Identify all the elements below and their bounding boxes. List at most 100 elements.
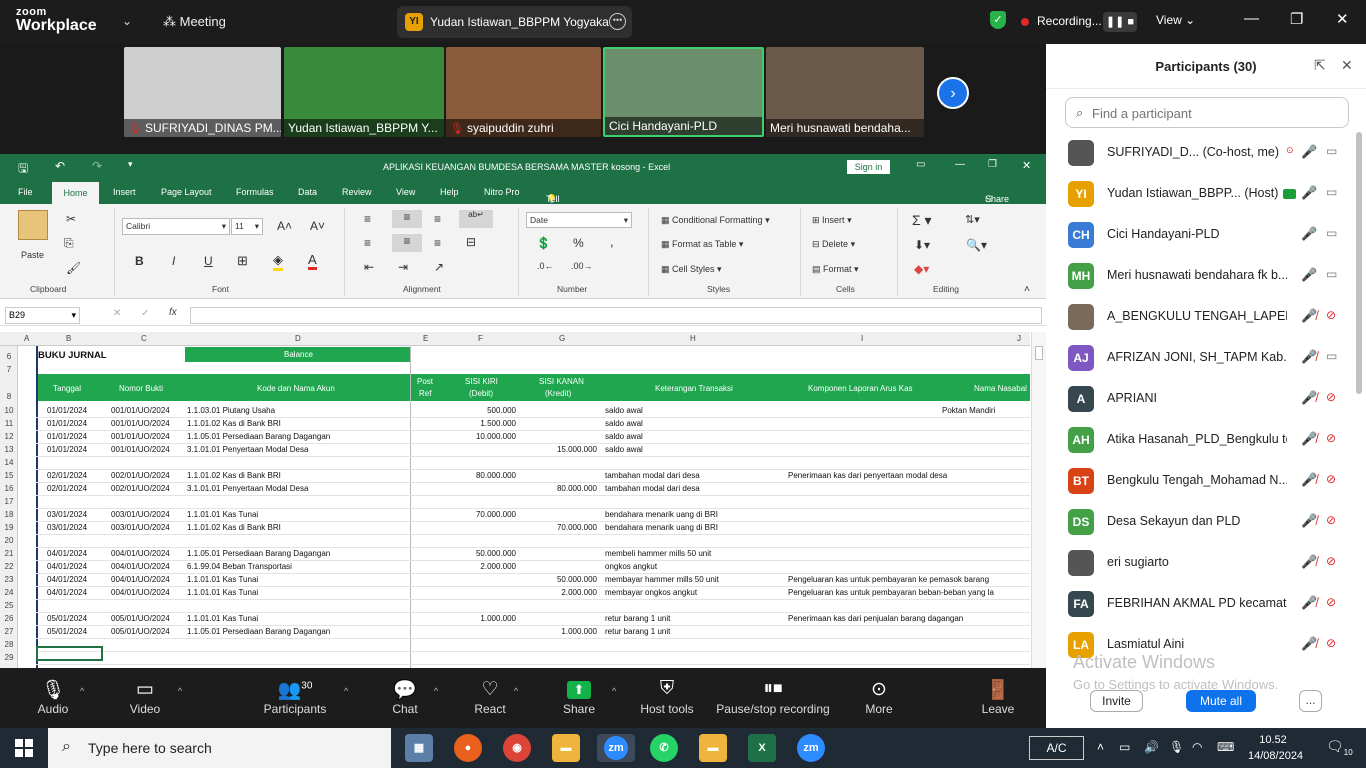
camera-icon[interactable]: ▭ — [1326, 185, 1337, 199]
participant-row[interactable]: A_BENGKULU TENGAH_LAPENDI 🎤̸ ⊘ — [1046, 296, 1356, 337]
cell-tgl[interactable]: 05/01/2024 — [47, 614, 87, 623]
row-num-28[interactable]: 28 — [0, 640, 18, 649]
cell-ket[interactable]: tambahan modal dari desa — [605, 471, 700, 480]
align-left-icon[interactable]: ≡ — [364, 236, 371, 250]
participant-row[interactable]: DS Desa Sekayun dan PLD 🎤̸ ⊘ — [1046, 501, 1356, 542]
cell-akun[interactable]: 1.1.01.01 Kas Tunai — [187, 575, 258, 584]
leave-button[interactable]: 🚪 Leave — [980, 678, 1016, 716]
participant-row[interactable]: AH Atika Hasanah_PLD_Bengkulu te... 🎤̸ ⊘ — [1046, 419, 1356, 460]
wrap-text-icon[interactable]: ab↵ — [459, 210, 493, 228]
cell-ket[interactable]: saldo awal — [605, 406, 643, 415]
react-options-caret-icon[interactable]: ^ — [514, 686, 518, 696]
cell-akun[interactable]: 1.1.03.01 Piutang Usaha — [187, 406, 275, 415]
cell-ket[interactable]: saldo awal — [605, 445, 643, 454]
mic-muted-icon[interactable]: 🎤̸ — [1301, 472, 1317, 488]
undo-icon[interactable]: ↶ — [55, 159, 65, 173]
increase-decimal-icon[interactable]: .0← — [537, 261, 554, 271]
cell-ket[interactable]: retur barang 1 unit — [605, 614, 670, 623]
photos-app-icon[interactable]: ▦ — [405, 734, 433, 762]
increase-indent-icon[interactable]: ⇥ — [398, 260, 408, 274]
align-top-icon[interactable]: ≡ — [364, 212, 371, 226]
share-options-caret-icon[interactable]: ^ — [612, 686, 616, 696]
cell-komp[interactable]: Penerimaan kas dari penyertaan modal des… — [788, 471, 947, 480]
row-num-23[interactable]: 23 — [0, 575, 18, 584]
video-tile[interactable]: Meri husnawati bendaha... — [766, 47, 924, 137]
cell-ket[interactable]: bendahara menarik uang di BRI — [605, 510, 718, 519]
fill-color-icon[interactable]: ◈ — [273, 252, 283, 271]
col-f[interactable]: F — [478, 334, 483, 343]
cell-no[interactable]: 004/01/UO/2024 — [111, 562, 170, 571]
accounting-format-icon[interactable]: 💲 — [536, 236, 551, 250]
mic-muted-icon[interactable]: 🎤̸ — [1301, 390, 1317, 406]
participant-row[interactable]: A APRIANI 🎤̸ ⊘ — [1046, 378, 1356, 419]
customize-toolbar-icon[interactable]: ▾ — [128, 159, 133, 170]
conditional-formatting-button[interactable]: ▦ Conditional Formatting ▾ — [661, 215, 770, 226]
cell-no[interactable]: 004/01/UO/2024 — [111, 575, 170, 584]
chat-options-caret-icon[interactable]: ^ — [434, 686, 438, 696]
cell-debit[interactable]: 70.000.000 — [436, 510, 516, 519]
zoom-app-icon-active[interactable]: zm — [597, 734, 635, 762]
cell-tgl[interactable]: 02/01/2024 — [47, 471, 87, 480]
font-name-box[interactable]: Calibri ▾ — [122, 218, 230, 235]
invite-button[interactable]: Invite — [1090, 690, 1143, 712]
camera-off-icon[interactable]: ⊘ — [1326, 308, 1336, 322]
camera-off-icon[interactable]: ⊘ — [1326, 554, 1336, 568]
col-h[interactable]: H — [690, 334, 696, 343]
cell-kredit[interactable]: 2.000.000 — [517, 588, 597, 597]
increase-font-icon[interactable]: A˄ — [277, 219, 292, 233]
paste-label[interactable]: Paste — [21, 250, 44, 260]
format-cells-button[interactable]: ▤ Format ▾ — [812, 264, 859, 275]
file-explorer-icon[interactable]: ▬ — [552, 734, 580, 762]
minimize-icon[interactable]: — — [1244, 10, 1259, 27]
camera-off-icon[interactable]: ⊘ — [1326, 595, 1336, 609]
cell-ket[interactable]: saldo awal — [605, 419, 643, 428]
share-screen-button[interactable]: ⬆ Share — [562, 678, 596, 716]
cut-icon[interactable]: ✂ — [66, 212, 76, 226]
selected-cell-b29[interactable] — [36, 646, 103, 661]
tab-formulas[interactable]: Formulas — [236, 187, 274, 197]
firefox-icon[interactable]: ● — [454, 734, 482, 762]
header-nomor-bukti[interactable]: Nomor Bukti — [119, 384, 163, 393]
participant-row[interactable]: YI Yudan Istiawan_BBPP... (Host) 🎤 ▭ — [1046, 173, 1356, 214]
cell-kredit[interactable]: 80.000.000 — [517, 484, 597, 493]
cell-no[interactable]: 004/01/UO/2024 — [111, 588, 170, 597]
row-num-26[interactable]: 26 — [0, 614, 18, 623]
video-tile[interactable]: Yudan Istiawan_BBPPM Y... — [284, 47, 444, 137]
tab-view[interactable]: View — [396, 187, 415, 197]
pop-out-icon[interactable]: ⇱ — [1314, 57, 1326, 74]
cell-akun[interactable]: 1.1.01.02 Kas di Bank BRI — [187, 419, 281, 428]
header-komponen[interactable]: Komponen Laporan Arus Kas — [808, 384, 913, 393]
camera-off-icon[interactable]: ⊘ — [1326, 636, 1336, 650]
italic-icon[interactable]: I — [172, 254, 175, 268]
cell-tgl[interactable]: 04/01/2024 — [47, 588, 87, 597]
excel-close-icon[interactable]: ✕ — [1022, 159, 1031, 172]
cell-no[interactable]: 002/01/UO/2024 — [111, 471, 170, 480]
cell-akun[interactable]: 1.1.01.02 Kas di Bank BRI — [187, 523, 281, 532]
notifications-icon[interactable]: 🗨10 — [1326, 738, 1353, 757]
input-indicator[interactable]: A/C — [1029, 736, 1084, 760]
cell-akun[interactable]: 1.1.05.01 Persediaan Barang Dagangan — [187, 432, 330, 441]
row-num-29[interactable]: 29 — [0, 653, 18, 662]
clear-icon[interactable]: ◆▾ — [914, 262, 929, 276]
row-num-25[interactable]: 25 — [0, 601, 18, 610]
maximize-icon[interactable]: ❐ — [1290, 10, 1303, 28]
cell-akun[interactable]: 1.1.05.01 Persediaan Barang Dagangan — [187, 549, 330, 558]
row-num-16[interactable]: 16 — [0, 484, 18, 493]
cell-nama[interactable]: Poktan Mandiri — [942, 406, 995, 415]
excel-maximize-icon[interactable]: ❐ — [988, 159, 997, 170]
cell-no[interactable]: 003/01/UO/2024 — [111, 523, 170, 532]
battery-icon[interactable]: ▭ — [1119, 740, 1130, 754]
close-icon[interactable]: ✕ — [1336, 10, 1349, 28]
mic-muted-icon[interactable]: 🎤̸ — [1301, 349, 1317, 365]
find-select-icon[interactable]: 🔍▾ — [966, 238, 987, 252]
font-color-icon[interactable]: A — [308, 252, 317, 270]
enter-icon[interactable]: ✓ — [141, 308, 149, 319]
camera-icon[interactable]: ▭ — [1326, 349, 1337, 363]
microphone-icon[interactable]: 🎙 — [1169, 740, 1184, 754]
name-box[interactable]: B29 ▾ — [5, 307, 80, 324]
formula-input[interactable] — [190, 307, 1042, 324]
camera-icon[interactable]: ▭ — [1326, 144, 1337, 158]
row-num-22[interactable]: 22 — [0, 562, 18, 571]
header-debit[interactable]: (Debit) — [469, 389, 493, 398]
decrease-decimal-icon[interactable]: .00→ — [571, 261, 593, 271]
